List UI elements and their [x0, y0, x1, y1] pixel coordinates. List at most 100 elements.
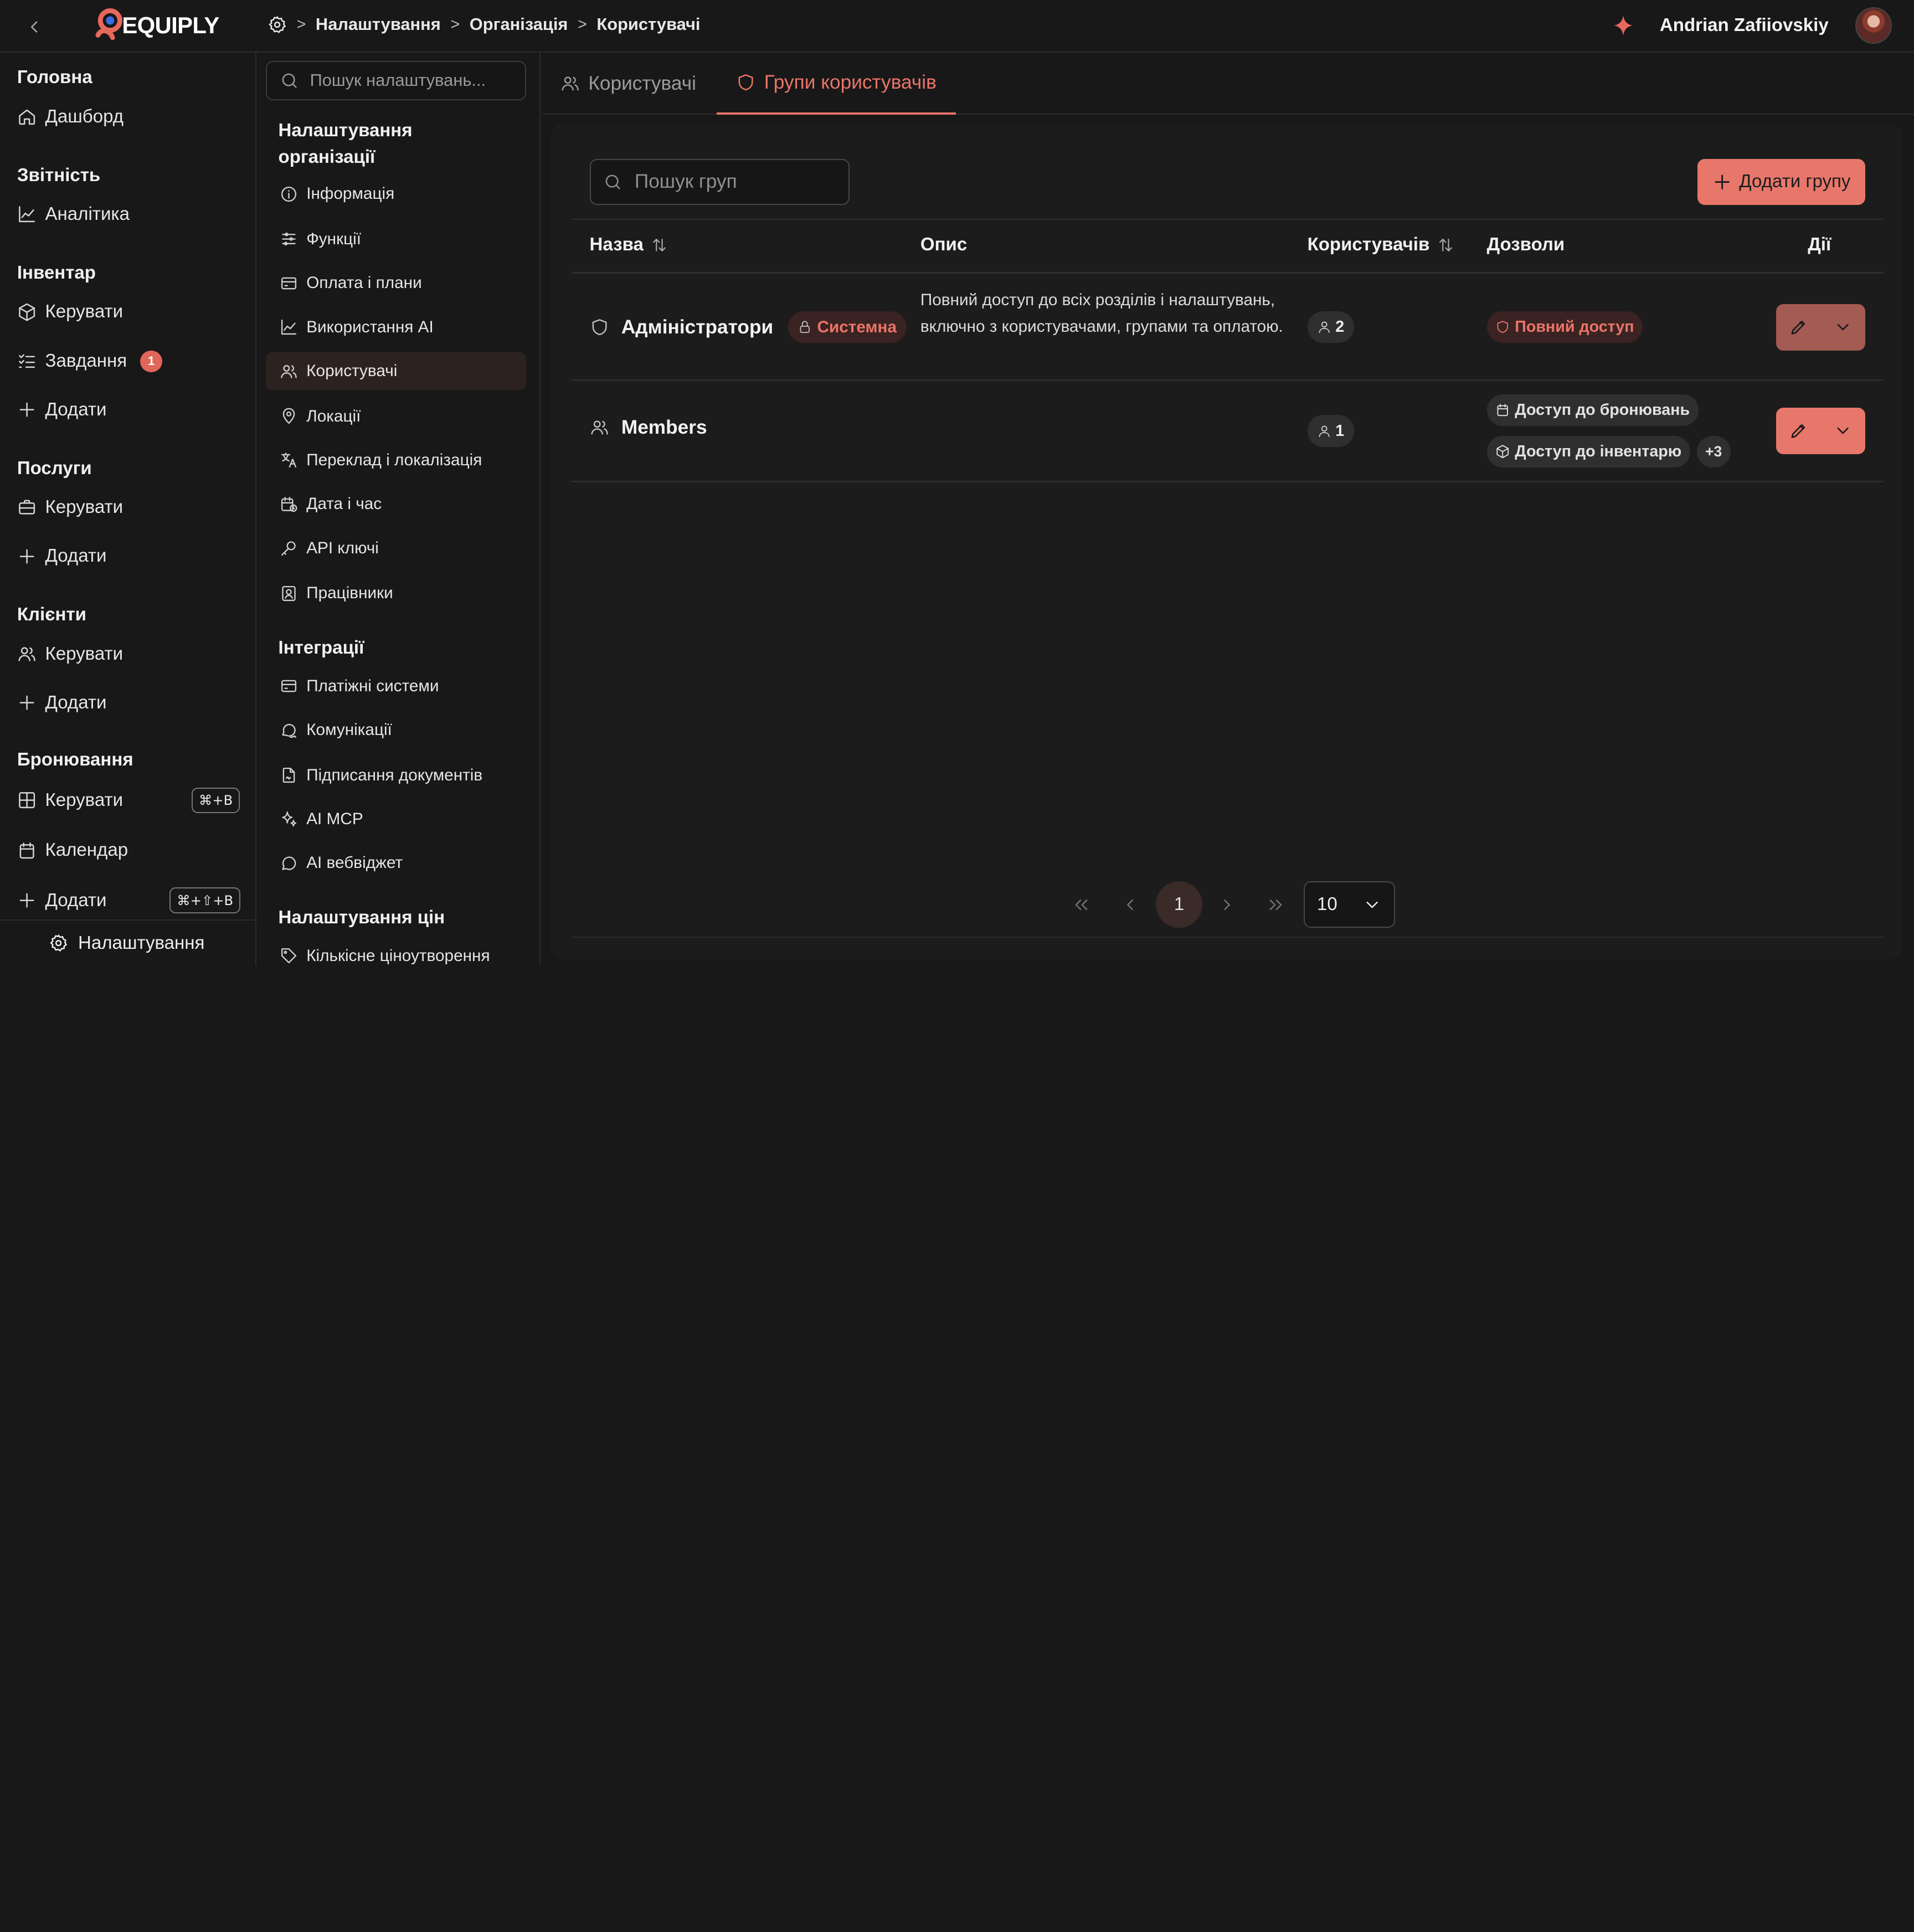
- nav-item-billing[interactable]: Оплата і плани: [266, 264, 526, 303]
- nav-item-api-keys[interactable]: API ключі: [266, 528, 526, 568]
- top-bar: EQUIPLY > Налаштування > Організація > К…: [0, 0, 1914, 53]
- nav-item-locations[interactable]: Локації: [266, 397, 526, 436]
- sidebar-item-label: Додати: [45, 692, 107, 713]
- tab-label: Групи користувачів: [764, 71, 937, 93]
- nav-item-ai-usage[interactable]: Використання AI: [266, 307, 526, 347]
- breadcrumb-settings[interactable]: Налаштування: [316, 14, 441, 34]
- plus-icon: [19, 893, 34, 908]
- sort-icon: [653, 238, 666, 251]
- nav-item-payment-systems[interactable]: Платіжні системи: [266, 666, 526, 706]
- logo-mark-icon: [95, 8, 122, 40]
- breadcrumb-organization[interactable]: Організація: [470, 14, 568, 34]
- users-icon: [590, 420, 608, 435]
- edit-icon[interactable]: [1789, 317, 1808, 337]
- group-search-placeholder: Пошук груп: [634, 171, 737, 193]
- next-page-button[interactable]: [1205, 881, 1248, 928]
- settings-search-placeholder: Пошук налаштувань...: [310, 70, 486, 90]
- key-icon: [281, 541, 296, 556]
- sidebar-item-label: Керувати: [45, 643, 124, 664]
- plus-icon: [19, 549, 34, 564]
- current-page[interactable]: 1: [1156, 881, 1202, 928]
- settings-search-input[interactable]: Пошук налаштувань...: [266, 61, 526, 100]
- users-icon: [18, 647, 35, 661]
- nav-item-quantity-pricing[interactable]: Кількісне ціноутворення: [266, 937, 526, 966]
- sidebar-item-inventory-manage[interactable]: Керувати: [17, 301, 123, 322]
- user-name[interactable]: Andrian Zafiiovskiy: [1660, 15, 1829, 36]
- edit-icon[interactable]: [1789, 421, 1808, 440]
- shortcut-bookings-add: ⌘+⇧+B: [169, 887, 241, 913]
- chevron-down-icon[interactable]: [1833, 317, 1853, 337]
- pricing-heading: Налаштування цін: [278, 907, 445, 928]
- column-header-label: Опис: [920, 234, 968, 255]
- back-button[interactable]: [22, 14, 47, 39]
- sidebar-item-services-manage[interactable]: Керувати: [17, 497, 123, 518]
- tab-user-groups[interactable]: Групи користувачів: [716, 53, 956, 115]
- nav-item-doc-signing[interactable]: Підписання документів: [266, 756, 526, 795]
- shield-icon: [1497, 321, 1508, 333]
- nav-item-employees[interactable]: Працівники: [266, 574, 526, 613]
- tabs: Користувачі Групи користувачів: [542, 53, 1914, 115]
- shield-icon: [738, 74, 753, 91]
- tasks-count-badge: 1: [140, 350, 163, 373]
- group-name-cell: Members: [590, 417, 707, 439]
- sidebar-item-calendar[interactable]: Календар: [17, 840, 128, 861]
- sidebar-item-tasks[interactable]: Завдання 1: [17, 350, 163, 373]
- breadcrumb-users[interactable]: Користувачі: [596, 14, 700, 34]
- main-sidebar: Головна Дашборд Звітність Аналітика Інве…: [0, 52, 256, 966]
- column-header-users[interactable]: Користувачів: [1308, 234, 1454, 255]
- sliders-icon: [282, 233, 296, 246]
- nav-item-date-time[interactable]: Дата і час: [266, 485, 526, 524]
- table-divider: [571, 272, 1884, 274]
- nav-item-label: Дата і час: [306, 495, 382, 513]
- sidebar-item-bookings-add[interactable]: Додати: [17, 890, 106, 911]
- sidebar-item-clients-add[interactable]: Додати: [17, 692, 107, 713]
- chevron-down-icon[interactable]: [1833, 421, 1853, 440]
- column-header-permissions: Дозволи: [1487, 234, 1565, 255]
- nav-item-features[interactable]: Функції: [266, 220, 526, 259]
- sidebar-settings-button[interactable]: Налаштування: [0, 919, 256, 966]
- sidebar-item-dashboard[interactable]: Дашборд: [17, 106, 124, 127]
- user-icon: [1319, 321, 1330, 333]
- nav-item-label: Працівники: [306, 584, 393, 603]
- sidebar-item-label: Календар: [45, 840, 128, 861]
- groups-card: Пошук груп Додати групу Назва Опис Корис…: [550, 123, 1903, 960]
- nav-item-users[interactable]: Користувачі: [266, 351, 526, 391]
- sidebar-item-analytics[interactable]: Аналітика: [17, 204, 130, 225]
- prev-page-button[interactable]: [1108, 881, 1152, 928]
- chart-icon: [281, 320, 296, 335]
- user-area: Andrian Zafiiovskiy: [1611, 7, 1892, 44]
- sidebar-item-label: Керувати: [45, 790, 124, 811]
- shortcut-bookings-manage: ⌘+B: [192, 787, 240, 813]
- column-header-name[interactable]: Назва: [590, 234, 668, 255]
- sidebar-item-inventory-add[interactable]: Додати: [17, 399, 106, 420]
- sidebar-item-clients-manage[interactable]: Керувати: [17, 644, 123, 665]
- credit-card-icon: [281, 277, 296, 290]
- tab-users[interactable]: Користувачі: [560, 53, 696, 115]
- avatar[interactable]: [1855, 7, 1892, 44]
- permission-more-count[interactable]: +3: [1696, 435, 1731, 468]
- nav-item-info[interactable]: Інформація: [266, 174, 526, 214]
- sidebar-item-services-add[interactable]: Додати: [17, 546, 106, 567]
- group-search-input[interactable]: Пошук груп: [589, 158, 850, 205]
- page-size-value: 10: [1316, 894, 1337, 915]
- table-divider: [571, 936, 1884, 938]
- sidebar-item-bookings-manage[interactable]: Керувати: [17, 790, 123, 811]
- last-page-button[interactable]: [1254, 881, 1298, 928]
- chat-icon: [282, 723, 296, 738]
- breadcrumb: > Налаштування > Організація > Користува…: [267, 14, 701, 34]
- tag-icon: [281, 948, 296, 964]
- add-group-button[interactable]: Додати групу: [1697, 158, 1865, 205]
- nav-item-ai-mcp[interactable]: AI MCP: [266, 800, 526, 839]
- nav-item-translation[interactable]: Переклад і локалізація: [266, 441, 526, 480]
- list-icon: [19, 354, 35, 368]
- chevrons-left-icon: [1075, 899, 1088, 910]
- sparkle-icon[interactable]: [1611, 13, 1635, 38]
- nav-item-ai-webwidget[interactable]: AI вебвіджет: [266, 844, 526, 883]
- logo[interactable]: EQUIPLY: [93, 8, 219, 43]
- users-icon: [562, 76, 579, 91]
- first-page-button[interactable]: [1059, 881, 1103, 928]
- org-heading-line2: організації: [278, 147, 375, 168]
- page-size-select[interactable]: 10: [1303, 881, 1396, 928]
- nav-item-communications[interactable]: Комунікації: [266, 711, 526, 750]
- sidebar-settings-label: Налаштування: [78, 932, 205, 953]
